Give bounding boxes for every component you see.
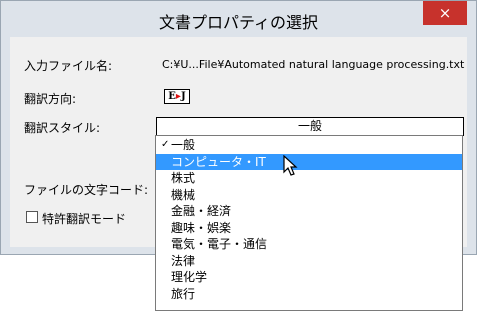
title-bar[interactable]: 文書プロパティの選択 ×: [1, 1, 476, 35]
ej-direction-icon[interactable]: E▸J: [164, 89, 190, 104]
dropdown-item-label: 電気・電子・通信: [171, 237, 268, 251]
dropdown-item-label: 法律: [171, 253, 196, 268]
patent-mode-label: 特許翻訳モード: [42, 212, 127, 226]
dropdown-item[interactable]: 株式: [156, 170, 462, 186]
dropdown-item[interactable]: 趣味・娯楽: [156, 220, 462, 236]
dropdown-item-label: 旅行: [171, 286, 196, 301]
input-file-label: 入力ファイル名:: [24, 59, 113, 73]
dropdown-item-label: 金融・経済: [171, 204, 232, 218]
dropdown-item[interactable]: 金融・経済: [156, 203, 462, 219]
dropdown-item[interactable]: 機械: [156, 187, 462, 203]
style-label: 翻訳スタイル:: [24, 121, 101, 135]
dropdown-item[interactable]: 旅行: [156, 286, 462, 302]
dropdown-item[interactable]: 電気・電子・通信: [156, 236, 462, 252]
dropdown-item-label: コンピュータ・IT: [171, 154, 266, 169]
close-button[interactable]: ×: [423, 1, 467, 25]
dropdown-item-label: 機械: [171, 187, 196, 202]
encoding-label: ファイルの文字コード:: [24, 183, 149, 197]
dropdown-item-label: 理化学: [171, 270, 208, 284]
dropdown-item-label: 株式: [171, 171, 196, 185]
check-icon: ✓: [161, 139, 170, 150]
dropdown-item[interactable]: 理化学: [156, 269, 462, 285]
patent-mode-checkbox[interactable]: [26, 211, 38, 223]
mouse-cursor-icon: [283, 155, 298, 176]
style-dropdown-list[interactable]: ✓ 一般 コンピュータ・IT 株式 機械 金融・経済 趣味・娯楽 電気・電子・通信 法律 理化学旅…: [155, 135, 463, 311]
direction-label: 翻訳方向:: [24, 92, 77, 106]
dialog-title: 文書プロパティの選択: [158, 13, 319, 32]
dropdown-item[interactable]: コンピュータ・IT: [156, 153, 462, 170]
dropdown-item[interactable]: ✓ 一般: [156, 137, 462, 153]
input-file-value: C:¥U...File¥Automated natural language p…: [162, 58, 465, 71]
dropdown-item-label: 趣味・娯楽: [171, 220, 232, 235]
close-icon: ×: [438, 4, 452, 22]
style-select[interactable]: 一般: [156, 117, 464, 136]
dropdown-item-label: 一般: [171, 138, 196, 152]
dropdown-item[interactable]: 法律: [156, 253, 462, 269]
